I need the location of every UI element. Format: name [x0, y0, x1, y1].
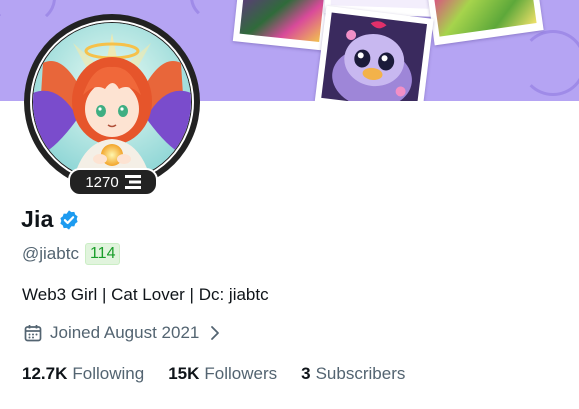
- banner-decoration: [520, 30, 579, 96]
- calendar-icon: [24, 324, 42, 342]
- anime-avatar-illustration: [33, 23, 191, 181]
- banner-decoration: [0, 0, 56, 26]
- display-name: Jia: [21, 206, 54, 232]
- banner-photo: [314, 5, 434, 101]
- followers-count: 15K: [168, 364, 200, 383]
- banner-photo: [426, 0, 544, 46]
- following-label: Following: [72, 364, 145, 383]
- followers-label: Followers: [204, 364, 278, 383]
- stacked-bars-icon: [124, 175, 141, 189]
- user-handle: @jiabtc: [22, 244, 79, 263]
- joined-row[interactable]: Joined August 2021: [24, 323, 221, 343]
- profile-bio: Web3 Girl | Cat Lover | Dc: jiabtc: [22, 285, 269, 304]
- chevron-right-icon: [209, 325, 221, 341]
- score-badge[interactable]: 114: [84, 243, 121, 265]
- joined-date: Joined August 2021: [50, 323, 200, 342]
- avatar-image: [33, 23, 191, 181]
- avatar-count: 1270: [85, 173, 119, 191]
- verified-check-icon[interactable]: [58, 209, 80, 231]
- subscribers-count: 3: [301, 364, 311, 383]
- handle-row: @jiabtc 114: [22, 243, 121, 265]
- subscribers-link[interactable]: 3 Subscribers: [301, 364, 405, 384]
- avatar[interactable]: [24, 14, 200, 190]
- avatar-count-badge[interactable]: 1270: [68, 168, 158, 196]
- character-illustration: [332, 21, 412, 101]
- followers-link[interactable]: 15K Followers: [168, 364, 277, 384]
- stats-row: 12.7K Following 15K Followers 3 Subscrib…: [22, 364, 429, 384]
- subscribers-label: Subscribers: [315, 364, 406, 383]
- banner-photo: [232, 0, 332, 51]
- following-link[interactable]: 12.7K Following: [22, 364, 144, 384]
- following-count: 12.7K: [22, 364, 68, 383]
- name-row: Jia: [21, 206, 80, 233]
